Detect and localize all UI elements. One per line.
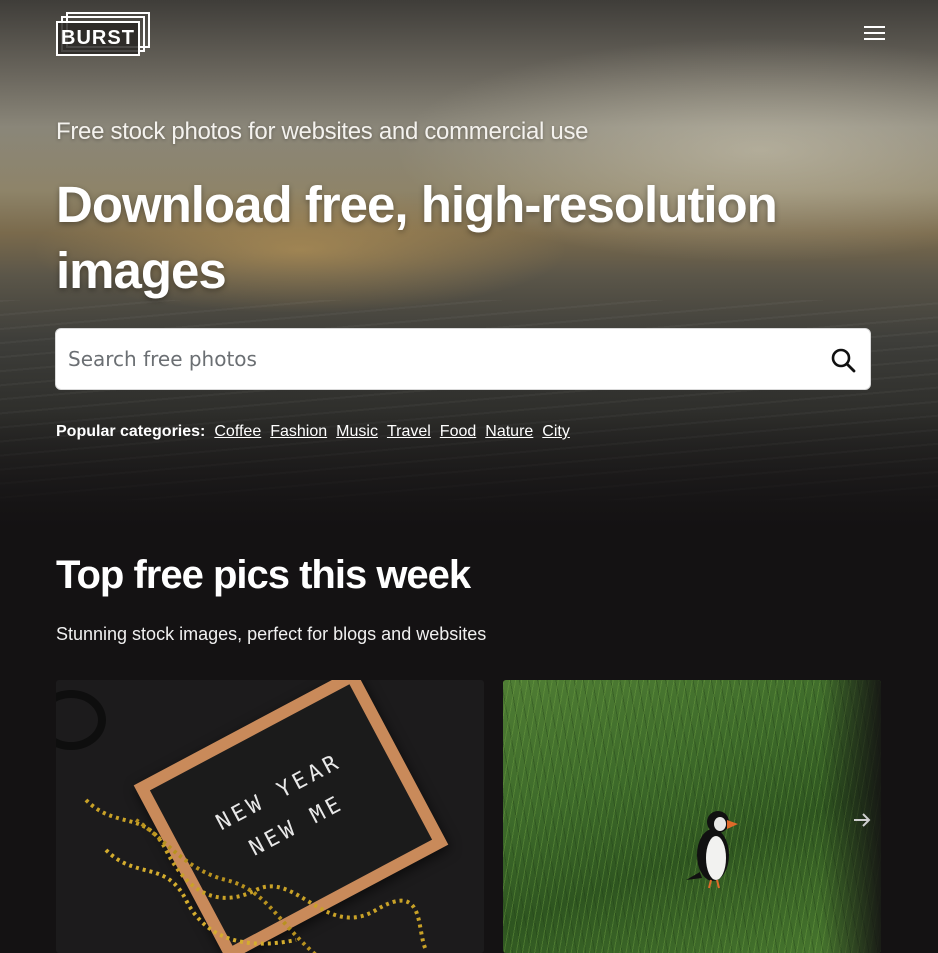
burst-logo[interactable]: BURST xyxy=(56,12,150,56)
gold-beads-image xyxy=(84,798,428,953)
photo-card-new-year[interactable]: NEW YEAR NEW ME xyxy=(56,680,484,953)
category-link-travel[interactable]: Travel xyxy=(387,423,431,441)
section-subtitle: Stunning stock images, perfect for blogs… xyxy=(56,624,487,644)
section-title: Top free pics this week xyxy=(56,553,471,597)
hero-tagline: Free stock photos for websites and comme… xyxy=(56,118,589,145)
category-link-food[interactable]: Food xyxy=(440,423,476,441)
logo-text: BURST xyxy=(56,21,140,56)
popular-categories: Popular categories: Coffee Fashion Music… xyxy=(56,423,579,441)
popular-categories-label: Popular categories: xyxy=(56,423,206,440)
category-link-nature[interactable]: Nature xyxy=(485,423,533,441)
hamburger-menu-icon[interactable] xyxy=(864,24,886,42)
category-link-fashion[interactable]: Fashion xyxy=(270,423,327,441)
party-mask-image xyxy=(56,690,106,750)
search-bar xyxy=(55,328,871,390)
search-icon[interactable] xyxy=(830,347,856,373)
category-link-coffee[interactable]: Coffee xyxy=(214,423,261,441)
category-link-city[interactable]: City xyxy=(542,423,570,441)
photo-card-puffin[interactable] xyxy=(503,680,881,953)
hero-headline: Download free, high-resolution images xyxy=(56,176,778,299)
search-input[interactable] xyxy=(68,329,808,389)
category-link-music[interactable]: Music xyxy=(336,423,378,441)
puffin-image xyxy=(686,811,738,889)
arrow-right-icon[interactable] xyxy=(852,810,872,830)
